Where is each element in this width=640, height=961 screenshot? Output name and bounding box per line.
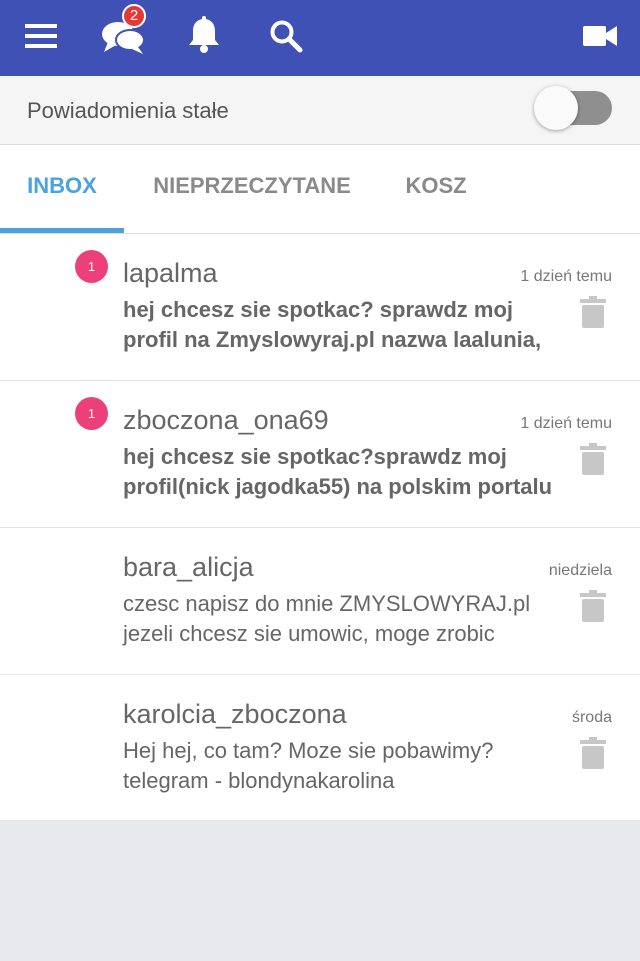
message-preview-line: czesc napisz do mnie ZMYSLOWYRAJ.pl [123, 591, 531, 616]
message-item[interactable]: 1 lapalma 1 dzień temu hej chcesz sie sp… [0, 234, 640, 381]
message-preview-line: profil(nick jagodka55) na polskim portal… [123, 474, 553, 499]
message-sender: karolcia_zboczona [123, 699, 347, 729]
tab-bar: INBOX NIEPRZECZYTANE KOSZ [0, 145, 640, 234]
message-preview-line: Hej hej, co tam? Moze sie pobawimy? [123, 738, 494, 763]
chat-badge: 2 [122, 4, 146, 28]
toggle-knob [534, 86, 578, 130]
message-preview-line: hej chcesz sie spotkac?sprawdz moj [123, 444, 507, 469]
unread-count-badge: 1 [75, 250, 108, 283]
message-time: 1 dzień temu [520, 268, 612, 285]
message-preview-line: telegram - blondynakarolina [123, 768, 395, 793]
message-list: 1 lapalma 1 dzień temu hej chcesz sie sp… [0, 234, 640, 821]
trash-icon[interactable] [580, 590, 606, 622]
trash-icon[interactable] [580, 737, 606, 769]
bell-icon[interactable] [184, 14, 224, 56]
persistent-notifications-toggle[interactable] [534, 86, 614, 130]
message-time: 1 dzień temu [520, 415, 612, 432]
tab-trash[interactable]: KOSZ [380, 145, 492, 234]
message-preview-line: profil na Zmyslowyraj.pl nazwa laalunia, [123, 327, 542, 352]
message-sender: zboczona_ona69 [123, 405, 329, 435]
menu-icon[interactable] [20, 18, 62, 54]
message-time: niedziela [548, 562, 612, 579]
message-preview: hej chcesz sie spotkac? sprawdz moj prof… [123, 295, 563, 355]
search-icon[interactable] [266, 16, 306, 56]
tab-inbox[interactable]: INBOX [0, 145, 124, 234]
message-preview: Hej hej, co tam? Moze sie pobawimy? tele… [123, 736, 563, 796]
trash-icon[interactable] [580, 296, 606, 328]
message-sender: lapalma [123, 258, 218, 288]
tab-unread[interactable]: NIEPRZECZYTANE [124, 145, 380, 234]
video-camera-icon[interactable] [580, 20, 620, 52]
message-preview: czesc napisz do mnie ZMYSLOWYRAJ.pl jeze… [123, 589, 563, 649]
message-item[interactable]: 1 zboczona_ona69 1 dzień temu hej chcesz… [0, 381, 640, 528]
message-sender: bara_alicja [123, 552, 254, 582]
message-time: środa [571, 709, 612, 726]
message-preview-line: jezeli chcesz sie umowic, moge zrobic [123, 621, 495, 646]
active-tab-indicator [0, 228, 124, 233]
message-item[interactable]: karolcia_zboczona środa Hej hej, co tam?… [0, 675, 640, 821]
message-item[interactable]: bara_alicja niedziela czesc napisz do mn… [0, 528, 640, 675]
unread-count-badge: 1 [75, 397, 108, 430]
trash-icon[interactable] [580, 443, 606, 475]
persistent-notifications-label: Powiadomienia stałe [27, 98, 229, 123]
message-preview: hej chcesz sie spotkac?sprawdz moj profi… [123, 442, 563, 502]
app-bar: 2 [0, 0, 640, 76]
message-preview-line: hej chcesz sie spotkac? sprawdz moj [123, 297, 514, 322]
